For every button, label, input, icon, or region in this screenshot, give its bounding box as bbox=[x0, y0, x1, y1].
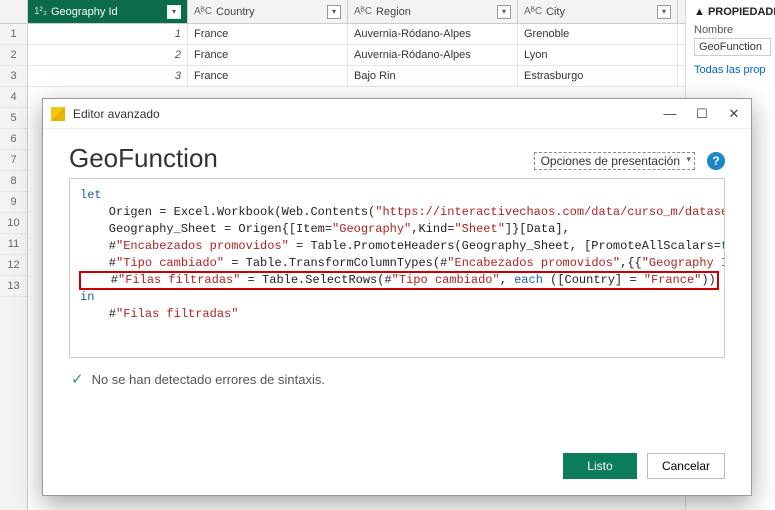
row-number: 5 bbox=[0, 108, 27, 129]
table-row[interactable]: 1 France Auvernia-Ródano-Alpes Grenoble bbox=[28, 24, 685, 45]
column-label: Region bbox=[376, 6, 411, 18]
cell-id: 2 bbox=[28, 45, 188, 65]
status-text: No se han detectado errores de sintaxis. bbox=[92, 372, 325, 387]
cell-id: 1 bbox=[28, 24, 188, 44]
row-number: 13 bbox=[0, 276, 27, 297]
table-header-row: 1²₃ Geography Id ▾ AᴮC Country ▾ AᴮC Reg… bbox=[28, 0, 685, 24]
cell-city: Estrasburgo bbox=[518, 66, 678, 86]
column-header-geography-id[interactable]: 1²₃ Geography Id ▾ bbox=[28, 0, 188, 23]
highlighted-line: #"Filas filtradas" = Table.SelectRows(#"… bbox=[80, 272, 718, 289]
column-label: City bbox=[546, 6, 565, 18]
row-number: 8 bbox=[0, 171, 27, 192]
dialog-titlebar[interactable]: Editor avanzado — ☐ ✕ bbox=[43, 99, 751, 129]
name-label: Nombre bbox=[694, 24, 771, 36]
properties-header: ▲ PROPIEDADE bbox=[694, 6, 771, 18]
type-number-icon: 1²₃ bbox=[34, 6, 47, 17]
syntax-status: ✓ No se han detectado errores de sintaxi… bbox=[69, 358, 725, 400]
cell-country: France bbox=[188, 66, 348, 86]
cell-id: 3 bbox=[28, 66, 188, 86]
column-filter-dropdown[interactable]: ▾ bbox=[327, 5, 341, 19]
app-icon bbox=[51, 107, 65, 121]
type-text-icon: AᴮC bbox=[354, 6, 372, 17]
code-editor[interactable]: let Origen = Excel.Workbook(Web.Contents… bbox=[69, 178, 725, 358]
minimize-button[interactable]: — bbox=[661, 106, 679, 122]
maximize-button[interactable]: ☐ bbox=[693, 106, 711, 122]
row-number: 3 bbox=[0, 66, 27, 87]
done-button[interactable]: Listo bbox=[563, 453, 637, 479]
type-text-icon: AᴮC bbox=[194, 6, 212, 17]
row-number: 7 bbox=[0, 150, 27, 171]
cell-region: Bajo Rin bbox=[348, 66, 518, 86]
checkmark-icon: ✓ bbox=[71, 370, 84, 388]
row-number: 6 bbox=[0, 129, 27, 150]
cell-city: Lyon bbox=[518, 45, 678, 65]
cell-region: Auvernia-Ródano-Alpes bbox=[348, 24, 518, 44]
column-header-region[interactable]: AᴮC Region ▾ bbox=[348, 0, 518, 23]
type-text-icon: AᴮC bbox=[524, 6, 542, 17]
name-input[interactable]: GeoFunction bbox=[694, 38, 771, 56]
row-number-gutter: 1 2 3 4 5 6 7 8 9 10 11 12 13 bbox=[0, 0, 28, 510]
column-filter-dropdown[interactable]: ▾ bbox=[167, 5, 181, 19]
all-properties-link[interactable]: Todas las prop bbox=[694, 64, 771, 76]
help-icon[interactable]: ? bbox=[707, 152, 725, 170]
display-options-dropdown[interactable]: Opciones de presentación bbox=[534, 152, 695, 170]
cell-country: France bbox=[188, 24, 348, 44]
row-number: 9 bbox=[0, 192, 27, 213]
table-row[interactable]: 3 France Bajo Rin Estrasburgo bbox=[28, 66, 685, 87]
cell-region: Auvernia-Ródano-Alpes bbox=[348, 45, 518, 65]
dialog-title: Editor avanzado bbox=[73, 107, 160, 121]
column-header-country[interactable]: AᴮC Country ▾ bbox=[188, 0, 348, 23]
cell-country: France bbox=[188, 45, 348, 65]
column-label: Geography Id bbox=[51, 6, 118, 18]
row-number: 4 bbox=[0, 87, 27, 108]
column-label: Country bbox=[216, 6, 255, 18]
row-number: 12 bbox=[0, 255, 27, 276]
row-number: 2 bbox=[0, 45, 27, 66]
column-header-city[interactable]: AᴮC City ▾ bbox=[518, 0, 678, 23]
advanced-editor-dialog: Editor avanzado — ☐ ✕ GeoFunction Opcion… bbox=[42, 98, 752, 496]
table-row[interactable]: 2 France Auvernia-Ródano-Alpes Lyon bbox=[28, 45, 685, 66]
row-number: 1 bbox=[0, 24, 27, 45]
cancel-button[interactable]: Cancelar bbox=[647, 453, 725, 479]
close-button[interactable]: ✕ bbox=[725, 106, 743, 122]
row-number: 11 bbox=[0, 234, 27, 255]
table-body: 1 France Auvernia-Ródano-Alpes Grenoble … bbox=[28, 24, 685, 87]
row-number: 10 bbox=[0, 213, 27, 234]
column-filter-dropdown[interactable]: ▾ bbox=[657, 5, 671, 19]
column-filter-dropdown[interactable]: ▾ bbox=[497, 5, 511, 19]
cell-city: Grenoble bbox=[518, 24, 678, 44]
